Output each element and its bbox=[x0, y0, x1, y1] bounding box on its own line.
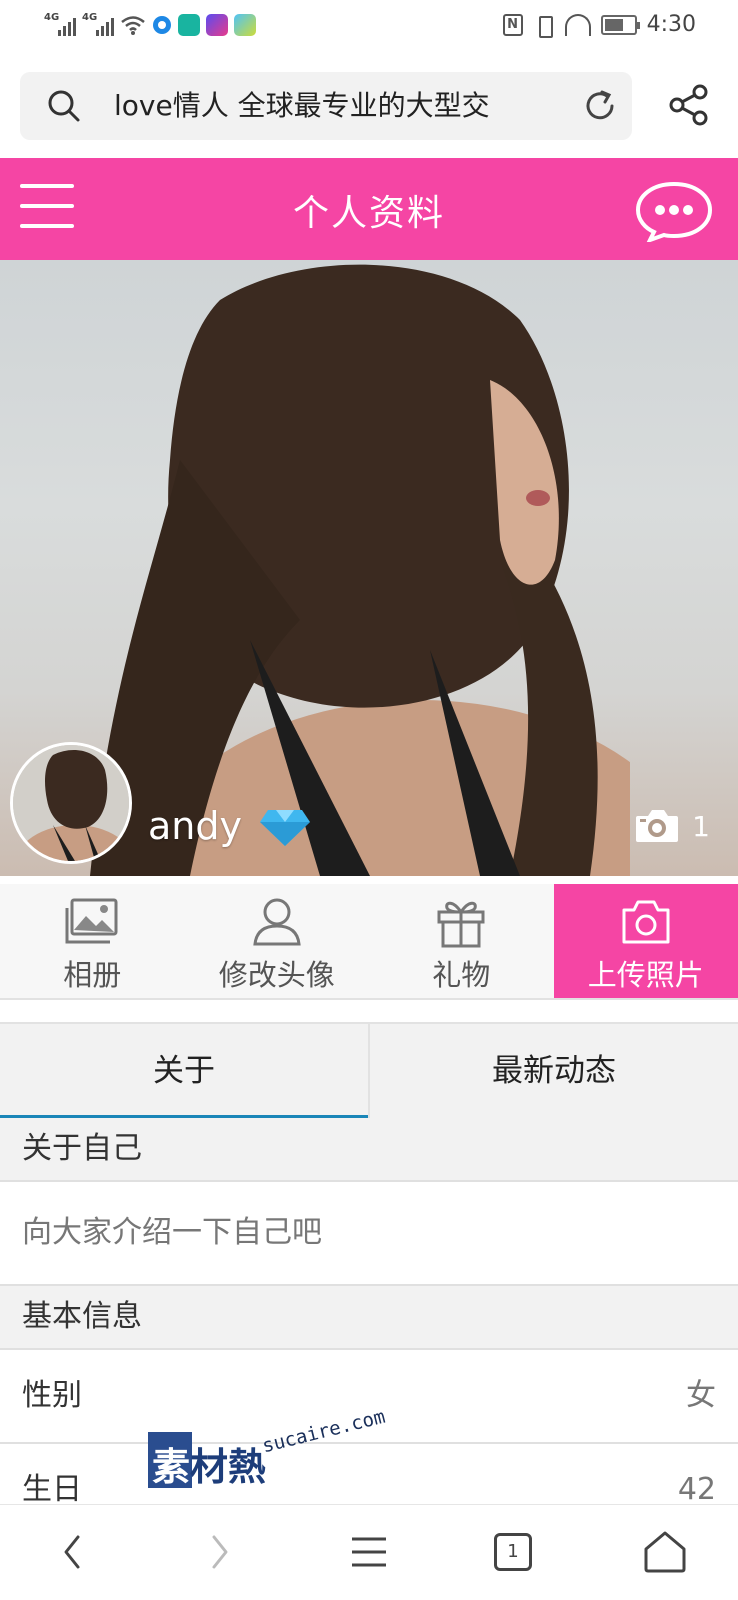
reload-icon[interactable] bbox=[580, 86, 620, 126]
about-intro-field[interactable]: 向大家介绍一下自己吧 bbox=[0, 1182, 738, 1286]
menu-lines-icon[interactable] bbox=[344, 1527, 394, 1577]
camera-icon bbox=[636, 810, 679, 842]
gender-value: 女 bbox=[686, 1378, 716, 1413]
clock: 4:30 bbox=[646, 12, 696, 37]
change-avatar-button[interactable]: 修改头像 bbox=[185, 884, 370, 998]
gender-label: 性别 bbox=[22, 1378, 82, 1413]
wifi-icon bbox=[121, 16, 145, 35]
avatar-image bbox=[13, 745, 129, 861]
birthday-label: 生日 bbox=[22, 1472, 82, 1507]
nfc-icon: N bbox=[502, 13, 523, 36]
watermark-rest: 材熱 bbox=[190, 1445, 267, 1489]
tab-about[interactable]: 关于 bbox=[0, 1024, 368, 1118]
browser-bar: love情人 全球最专业的大型交 bbox=[0, 58, 738, 158]
album-label: 相册 bbox=[63, 958, 122, 992]
about-section-title: 关于自己 bbox=[0, 1118, 738, 1182]
album-icon bbox=[65, 898, 118, 944]
mi-app-icon bbox=[178, 14, 200, 36]
sim1-signal-icon: 4G bbox=[44, 12, 76, 36]
photo-count[interactable]: 1 bbox=[634, 808, 710, 844]
album-button[interactable]: 相册 bbox=[0, 884, 185, 998]
search-icon bbox=[48, 90, 80, 122]
browser-app-icon bbox=[153, 16, 171, 34]
sim2-signal-icon: 4G bbox=[82, 12, 114, 36]
gift-label: 礼物 bbox=[432, 958, 491, 992]
tab-latest-activity[interactable]: 最新动态 bbox=[368, 1024, 738, 1118]
status-right: N 4:30 bbox=[502, 12, 696, 38]
about-intro-placeholder: 向大家介绍一下自己吧 bbox=[22, 1215, 322, 1250]
watermark-main: 素材熱 bbox=[152, 1436, 266, 1491]
upload-photo-button[interactable]: 上传照片 bbox=[553, 884, 738, 998]
profile-actions: 相册 修改头像 礼物 上传照片 bbox=[0, 884, 738, 1000]
user-icon bbox=[253, 898, 301, 946]
share-icon[interactable] bbox=[668, 84, 710, 126]
photo-count-value: 1 bbox=[692, 809, 710, 843]
gift-icon bbox=[437, 901, 485, 948]
basic-info-section-title-text: 基本信息 bbox=[22, 1299, 142, 1334]
forward-icon[interactable] bbox=[194, 1527, 244, 1577]
vibrate-icon bbox=[533, 14, 555, 38]
page-title: 个人资料 bbox=[292, 193, 445, 234]
gift-button[interactable]: 礼物 bbox=[369, 884, 554, 998]
data-saver-icon bbox=[564, 13, 591, 36]
about-section-title-text: 关于自己 bbox=[22, 1131, 142, 1166]
status-left: 4G 4G bbox=[44, 12, 256, 36]
home-icon[interactable] bbox=[640, 1527, 690, 1577]
sim2-network-type: 4G bbox=[82, 12, 98, 23]
watermark-logo: 素材熱 sucaire.com bbox=[148, 1406, 408, 1494]
username: andy bbox=[148, 804, 242, 848]
video-app-icon bbox=[206, 14, 228, 36]
status-bar: 4G 4G N 4:30 bbox=[0, 0, 738, 58]
avatar[interactable] bbox=[10, 742, 132, 864]
send-app-icon bbox=[234, 14, 256, 36]
change-avatar-label: 修改头像 bbox=[218, 958, 335, 992]
cover-photo-image bbox=[90, 264, 630, 876]
chat-icon[interactable] bbox=[634, 180, 714, 242]
address-text[interactable]: love情人 全球最专业的大型交 bbox=[114, 88, 564, 124]
sim1-network-type: 4G bbox=[44, 12, 60, 23]
watermark-first-char: 素 bbox=[152, 1445, 191, 1489]
basic-info-section-title: 基本信息 bbox=[0, 1286, 738, 1350]
app-header: 个人资料 bbox=[0, 158, 738, 260]
battery-icon bbox=[600, 14, 640, 35]
diamond-vip-icon bbox=[260, 810, 310, 846]
back-icon[interactable] bbox=[48, 1527, 98, 1577]
browser-bottom-nav: 1 bbox=[0, 1504, 738, 1600]
profile-tabs: 关于 最新动态 bbox=[0, 1022, 738, 1118]
upload-photo-label: 上传照片 bbox=[587, 958, 704, 992]
camera-icon bbox=[622, 900, 670, 944]
address-bar[interactable]: love情人 全球最专业的大型交 bbox=[20, 72, 632, 140]
tabs-count-button[interactable]: 1 bbox=[494, 1533, 532, 1571]
